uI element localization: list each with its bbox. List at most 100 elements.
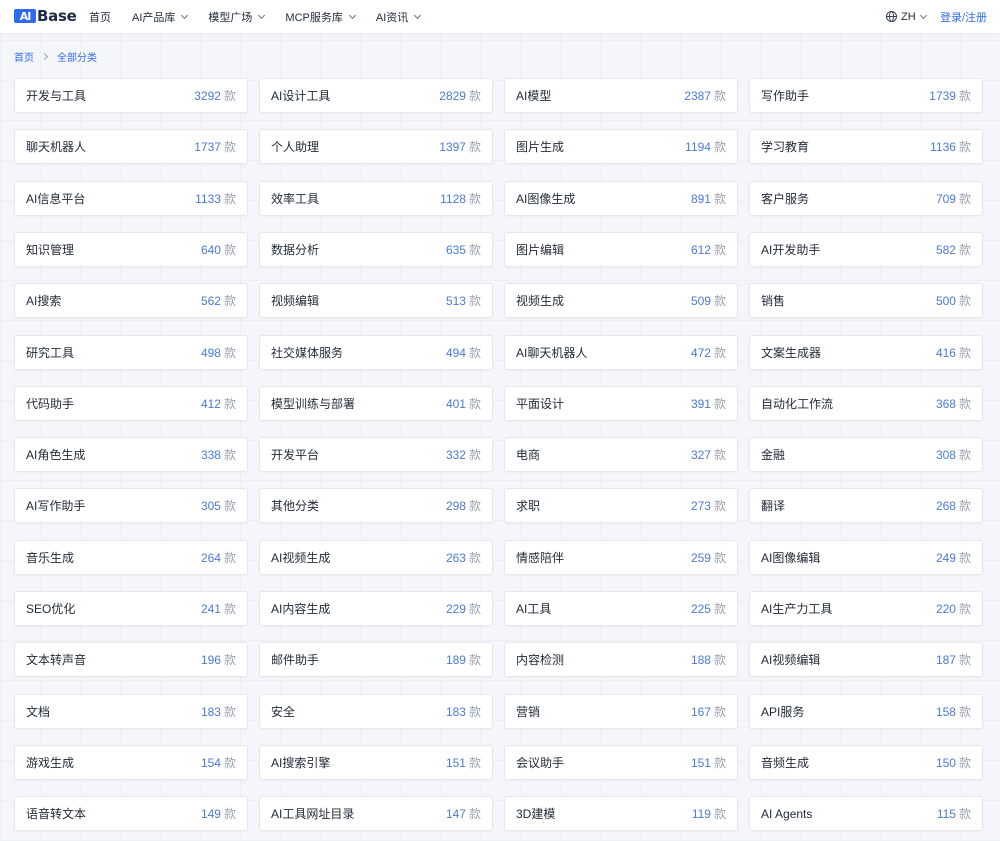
category-count-value: 582: [935, 242, 956, 257]
category-name: 文本转声音: [26, 653, 87, 668]
language-switcher[interactable]: ZH: [886, 0, 927, 33]
category-card[interactable]: 音频生成 150 款: [749, 744, 983, 780]
category-name: 邮件助手: [271, 653, 320, 668]
category-card[interactable]: 个人助理 1397 款: [259, 129, 493, 165]
category-card[interactable]: 开发与工具 3292 款: [14, 78, 248, 113]
category-card[interactable]: 图片生成 1194 款: [504, 129, 738, 165]
category-card[interactable]: AI信息平台 1133 款: [14, 180, 248, 216]
category-card[interactable]: 开发平台 332 款: [259, 437, 493, 473]
category-count-value: 562: [200, 294, 221, 309]
category-card[interactable]: AI视频生成 263 款: [259, 539, 493, 575]
category-card[interactable]: 代码助手 412 款: [14, 385, 248, 421]
category-count-unit: 款: [713, 191, 726, 206]
nav-item[interactable]: AI资讯: [376, 9, 422, 25]
category-card[interactable]: SEO优化 241 款: [14, 591, 248, 626]
category-count-value: 338: [200, 448, 221, 463]
category-name: 开发与工具: [26, 89, 87, 103]
category-count-value: 709: [935, 191, 956, 206]
category-card[interactable]: 客户服务 709 款: [749, 180, 983, 216]
category-card[interactable]: AI搜索 562 款: [14, 283, 248, 319]
breadcrumb-home[interactable]: 首页: [14, 49, 34, 64]
category-card[interactable]: 学习教育 1136 款: [749, 129, 983, 165]
category-count: 500 款: [936, 292, 971, 309]
category-card[interactable]: AI设计工具 2829 款: [259, 78, 493, 113]
category-count-unit: 款: [223, 89, 236, 103]
category-card[interactable]: 聊天机器人 1737 款: [14, 129, 248, 165]
category-card[interactable]: 翻译 268 款: [749, 488, 983, 524]
category-count-unit: 款: [223, 499, 236, 514]
nav-item[interactable]: 模型广场: [208, 9, 266, 25]
category-count-value: 249: [935, 550, 956, 565]
category-card[interactable]: 其他分类 298 款: [259, 488, 493, 524]
category-card[interactable]: 文案生成器 416 款: [749, 334, 983, 370]
category-count-value: 1136: [930, 140, 956, 155]
category-card[interactable]: 社交媒体服务 494 款: [259, 334, 493, 370]
nav-item[interactable]: MCP服务库: [285, 9, 356, 25]
category-card[interactable]: 金融 308 款: [749, 437, 983, 473]
aibase-logo[interactable]: AI Base: [14, 7, 77, 25]
category-card[interactable]: 营销 167 款: [504, 693, 738, 729]
category-card[interactable]: 会议助手 151 款: [504, 744, 738, 780]
category-count-unit: 款: [468, 89, 481, 103]
category-card[interactable]: AI图像编辑 249 款: [749, 539, 983, 575]
category-card[interactable]: 效率工具 1128 款: [259, 180, 493, 216]
category-card[interactable]: AI开发助手 582 款: [749, 231, 983, 267]
category-card[interactable]: AI工具 225 款: [504, 591, 738, 626]
category-card[interactable]: 销售 500 款: [749, 283, 983, 319]
category-card[interactable]: AI生产力工具 220 款: [749, 591, 983, 626]
category-count-value: 3292: [194, 89, 221, 103]
category-card[interactable]: AI内容生成 229 款: [259, 591, 493, 626]
category-card[interactable]: 知识管理 640 款: [14, 231, 248, 267]
category-card[interactable]: 内容检测 188 款: [504, 642, 738, 678]
chevron-down-icon: [258, 11, 266, 19]
category-card[interactable]: 平面设计 391 款: [504, 385, 738, 421]
category-card[interactable]: 文本转声音 196 款: [14, 642, 248, 678]
category-card[interactable]: 情感陪伴 259 款: [504, 539, 738, 575]
category-card[interactable]: 文档 183 款: [14, 693, 248, 729]
category-card[interactable]: AI聊天机器人 472 款: [504, 334, 738, 370]
category-card[interactable]: 游戏生成 154 款: [14, 744, 248, 780]
category-card[interactable]: AI写作助手 305 款: [14, 488, 248, 524]
category-card[interactable]: 写作助手 1739 款: [749, 78, 983, 113]
category-card[interactable]: 求职 273 款: [504, 488, 738, 524]
category-name: 客户服务: [761, 191, 810, 206]
category-card[interactable]: 电商 327 款: [504, 437, 738, 473]
category-card[interactable]: AI角色生成 338 款: [14, 437, 248, 473]
category-name: 开发平台: [271, 448, 320, 463]
category-count-value: 158: [935, 704, 956, 719]
category-card[interactable]: 邮件助手 189 款: [259, 642, 493, 678]
category-count-unit: 款: [468, 499, 481, 514]
category-card[interactable]: API服务 158 款: [749, 693, 983, 729]
category-card[interactable]: 3D建模 119 款: [504, 796, 738, 832]
category-card[interactable]: 数据分析 635 款: [259, 231, 493, 267]
category-card[interactable]: 图片编辑 612 款: [504, 231, 738, 267]
category-count-unit: 款: [713, 653, 726, 668]
login-register-link[interactable]: 登录/注册: [940, 0, 987, 33]
category-card[interactable]: AI Agents 115 款: [749, 796, 983, 832]
category-name: 研究工具: [26, 345, 75, 360]
category-card[interactable]: 安全 183 款: [259, 693, 493, 729]
category-card[interactable]: 自动化工作流 368 款: [749, 385, 983, 421]
category-count-value: 332: [445, 448, 466, 463]
category-name: AI聊天机器人: [516, 345, 588, 360]
category-card[interactable]: AI模型 2387 款: [504, 78, 738, 113]
category-card[interactable]: 语音转文本 149 款: [14, 796, 248, 832]
category-card[interactable]: 音乐生成 264 款: [14, 539, 248, 575]
category-name: AI开发助手: [761, 242, 821, 257]
category-count-value: 401: [445, 396, 466, 411]
category-card[interactable]: AI图像生成 891 款: [504, 180, 738, 216]
category-card[interactable]: AI工具网址目录 147 款: [259, 796, 493, 832]
category-card[interactable]: AI搜索引擎 151 款: [259, 744, 493, 780]
category-name: 翻译: [761, 499, 786, 514]
category-card[interactable]: 视频生成 509 款: [504, 283, 738, 319]
nav-item[interactable]: AI产品库: [132, 9, 189, 25]
category-count: 1128 款: [440, 190, 481, 207]
nav-item[interactable]: 首页: [89, 9, 111, 25]
category-count-value: 494: [445, 345, 466, 360]
category-card[interactable]: 模型训练与部署 401 款: [259, 385, 493, 421]
category-card[interactable]: 视频编辑 513 款: [259, 283, 493, 319]
category-count: 1136 款: [930, 138, 971, 155]
category-card[interactable]: AI视频编辑 187 款: [749, 642, 983, 678]
category-count-unit: 款: [958, 191, 971, 206]
category-card[interactable]: 研究工具 498 款: [14, 334, 248, 370]
